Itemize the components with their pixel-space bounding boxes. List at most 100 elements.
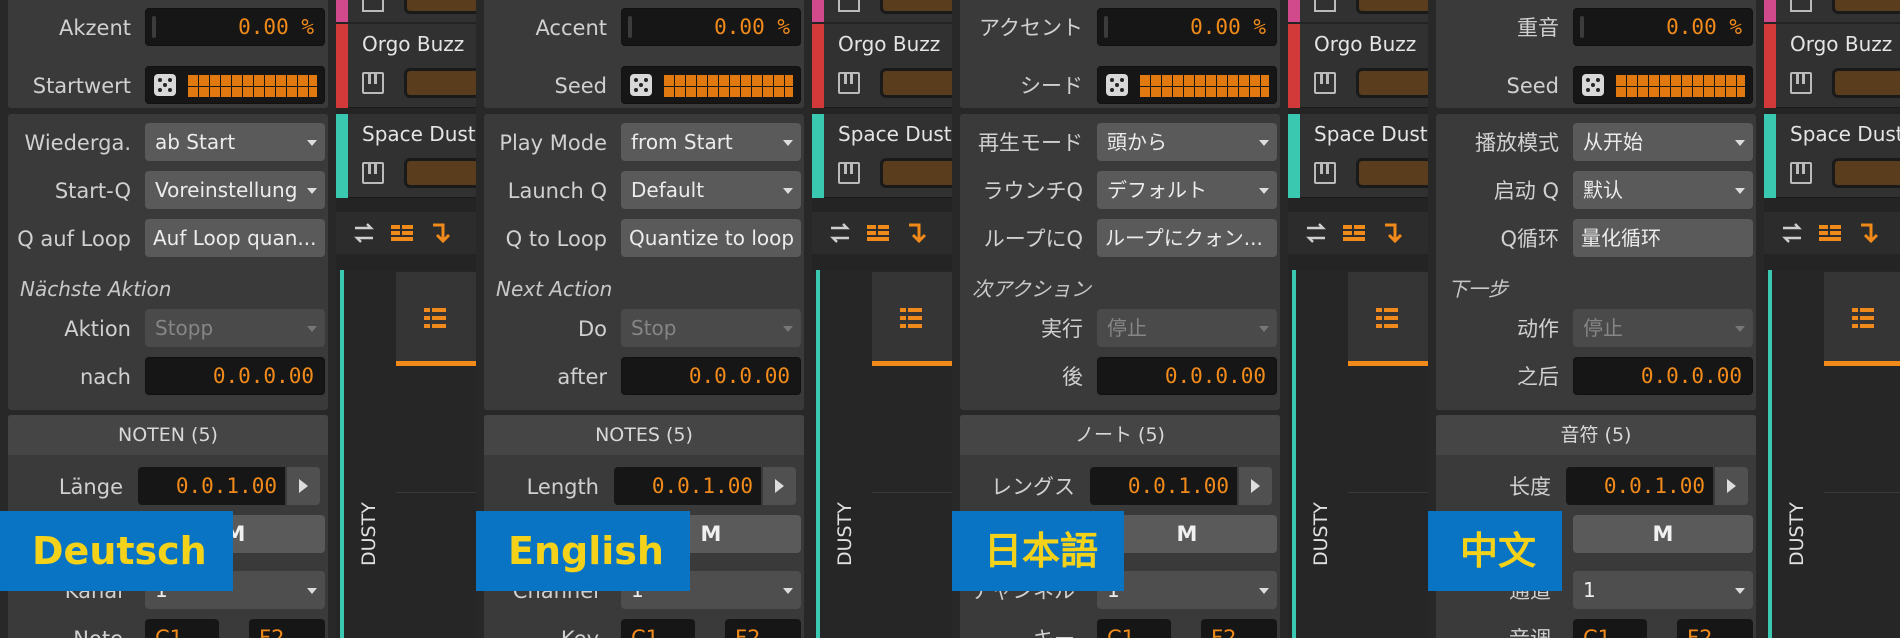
drag-grip-icon[interactable] xyxy=(628,16,632,38)
clip-slot-button[interactable] xyxy=(1832,68,1900,98)
swap-arrows-icon[interactable] xyxy=(826,220,854,246)
seed-pattern[interactable] xyxy=(1614,74,1746,98)
length-field[interactable]: 0.0.1.00 xyxy=(614,467,761,505)
accent-field[interactable]: 0.00 % xyxy=(145,8,325,46)
dice-icon[interactable] xyxy=(1106,74,1128,96)
play-arrow-icon[interactable] xyxy=(287,467,320,505)
clip-slot-button[interactable] xyxy=(404,0,476,14)
clip-orgo-buzz[interactable]: Orgo Buzz xyxy=(812,24,952,108)
after-field[interactable]: 0.0.0.00 xyxy=(145,357,325,395)
after-field[interactable]: 0.0.0.00 xyxy=(621,357,801,395)
clip-orgo-buzz[interactable]: Orgo Buzz xyxy=(1288,24,1428,108)
clip-orgo-buzz[interactable]: Orgo Buzz xyxy=(336,24,476,108)
mute-button[interactable]: M xyxy=(1573,515,1753,553)
next-action-icon[interactable] xyxy=(428,220,456,246)
key-field-high[interactable]: F2 xyxy=(725,619,801,638)
clip-space-dusty[interactable]: Space Dusty xyxy=(336,114,476,198)
dice-icon[interactable] xyxy=(154,74,176,96)
accent-field[interactable]: 0.00 % xyxy=(1573,8,1753,46)
editor-tab[interactable] xyxy=(1824,272,1900,366)
play-arrow-icon[interactable] xyxy=(1239,467,1272,505)
clip-slot-button[interactable] xyxy=(880,0,952,14)
editor-tab[interactable] xyxy=(1348,272,1428,366)
seed-field[interactable] xyxy=(1097,66,1277,104)
dice-icon[interactable] xyxy=(630,74,652,96)
after-field[interactable]: 0.0.0.00 xyxy=(1573,357,1753,395)
clip-slot-previous[interactable] xyxy=(1764,0,1900,22)
after-field[interactable]: 0.0.0.00 xyxy=(1097,357,1277,395)
editor-tab[interactable] xyxy=(396,272,476,366)
seed-pattern[interactable] xyxy=(662,74,794,98)
do-dropdown[interactable]: Stopp xyxy=(145,309,325,347)
next-action-icon[interactable] xyxy=(904,220,932,246)
clip-slot-button[interactable] xyxy=(1356,158,1428,188)
play-arrow-icon[interactable] xyxy=(1715,467,1748,505)
clip-space-dusty[interactable]: Space Dusty xyxy=(1288,114,1428,198)
play-mode-dropdown[interactable]: from Start xyxy=(621,123,801,161)
play-mode-dropdown[interactable]: 从开始 xyxy=(1573,123,1753,161)
drag-grip-icon[interactable] xyxy=(1104,16,1108,38)
key-field-high[interactable]: F2 xyxy=(249,619,325,638)
length-field[interactable]: 0.0.1.00 xyxy=(1566,467,1713,505)
clip-slot-button[interactable] xyxy=(1356,0,1428,14)
q-loop-button[interactable]: 量化循环 xyxy=(1573,219,1753,257)
seed-field[interactable] xyxy=(1573,66,1753,104)
seed-field[interactable] xyxy=(145,66,325,104)
launch-q-dropdown[interactable]: デフォルト xyxy=(1097,171,1277,209)
play-mode-dropdown[interactable]: ab Start xyxy=(145,123,325,161)
channel-dropdown[interactable]: 1 xyxy=(1573,571,1753,609)
seed-pattern[interactable] xyxy=(1138,74,1270,98)
clip-slot-button[interactable] xyxy=(1356,68,1428,98)
clip-slot-previous[interactable] xyxy=(812,0,952,22)
do-dropdown[interactable]: 停止 xyxy=(1573,309,1753,347)
do-dropdown[interactable]: 停止 xyxy=(1097,309,1277,347)
play-arrow-icon[interactable] xyxy=(763,467,796,505)
clip-slot-button[interactable] xyxy=(880,68,952,98)
dice-icon[interactable] xyxy=(1582,74,1604,96)
launch-q-dropdown[interactable]: Voreinstellung xyxy=(145,171,325,209)
swap-arrows-icon[interactable] xyxy=(350,220,378,246)
clip-slot-button[interactable] xyxy=(1832,158,1900,188)
length-field[interactable]: 0.0.1.00 xyxy=(138,467,285,505)
key-field-low[interactable]: C1 xyxy=(621,619,695,638)
q-loop-button[interactable]: ループにクォン... xyxy=(1097,219,1277,257)
q-loop-button[interactable]: Auf Loop quan... xyxy=(145,219,325,257)
clip-space-dusty[interactable]: Space Dusty xyxy=(812,114,952,198)
clip-slot-button[interactable] xyxy=(404,158,476,188)
launch-q-dropdown[interactable]: Default xyxy=(621,171,801,209)
swap-arrows-icon[interactable] xyxy=(1778,220,1806,246)
clip-grid-icon[interactable] xyxy=(388,220,416,246)
next-action-icon[interactable] xyxy=(1380,220,1408,246)
accent-field[interactable]: 0.00 % xyxy=(621,8,801,46)
next-action-icon[interactable] xyxy=(1856,220,1884,246)
clip-orgo-buzz[interactable]: Orgo Buzz xyxy=(1764,24,1900,108)
clip-space-dusty[interactable]: Space Dusty xyxy=(1764,114,1900,198)
key-field-high[interactable]: F2 xyxy=(1677,619,1753,638)
swap-arrows-icon[interactable] xyxy=(1302,220,1330,246)
clip-grid-icon[interactable] xyxy=(1816,220,1844,246)
drag-grip-icon[interactable] xyxy=(1580,16,1584,38)
key-field-high[interactable]: F2 xyxy=(1201,619,1277,638)
drag-grip-icon[interactable] xyxy=(152,16,156,38)
clip-grid-icon[interactable] xyxy=(864,220,892,246)
accent-field[interactable]: 0.00 % xyxy=(1097,8,1277,46)
key-field-low[interactable]: C1 xyxy=(145,619,219,638)
clip-slot-button[interactable] xyxy=(880,158,952,188)
key-field-low[interactable]: C1 xyxy=(1573,619,1647,638)
clip-grid-icon[interactable] xyxy=(1340,220,1368,246)
clip-content-icon[interactable] xyxy=(1374,306,1402,334)
length-field[interactable]: 0.0.1.00 xyxy=(1090,467,1237,505)
seed-pattern[interactable] xyxy=(186,74,318,98)
key-field-low[interactable]: C1 xyxy=(1097,619,1171,638)
clip-slot-button[interactable] xyxy=(1832,0,1900,14)
clip-slot-previous[interactable] xyxy=(1288,0,1428,22)
clip-content-icon[interactable] xyxy=(422,306,450,334)
clip-slot-previous[interactable] xyxy=(336,0,476,22)
editor-tab[interactable] xyxy=(872,272,952,366)
clip-content-icon[interactable] xyxy=(1850,306,1878,334)
play-mode-dropdown[interactable]: 頭から xyxy=(1097,123,1277,161)
launch-q-dropdown[interactable]: 默认 xyxy=(1573,171,1753,209)
do-dropdown[interactable]: Stop xyxy=(621,309,801,347)
seed-field[interactable] xyxy=(621,66,801,104)
clip-slot-button[interactable] xyxy=(404,68,476,98)
